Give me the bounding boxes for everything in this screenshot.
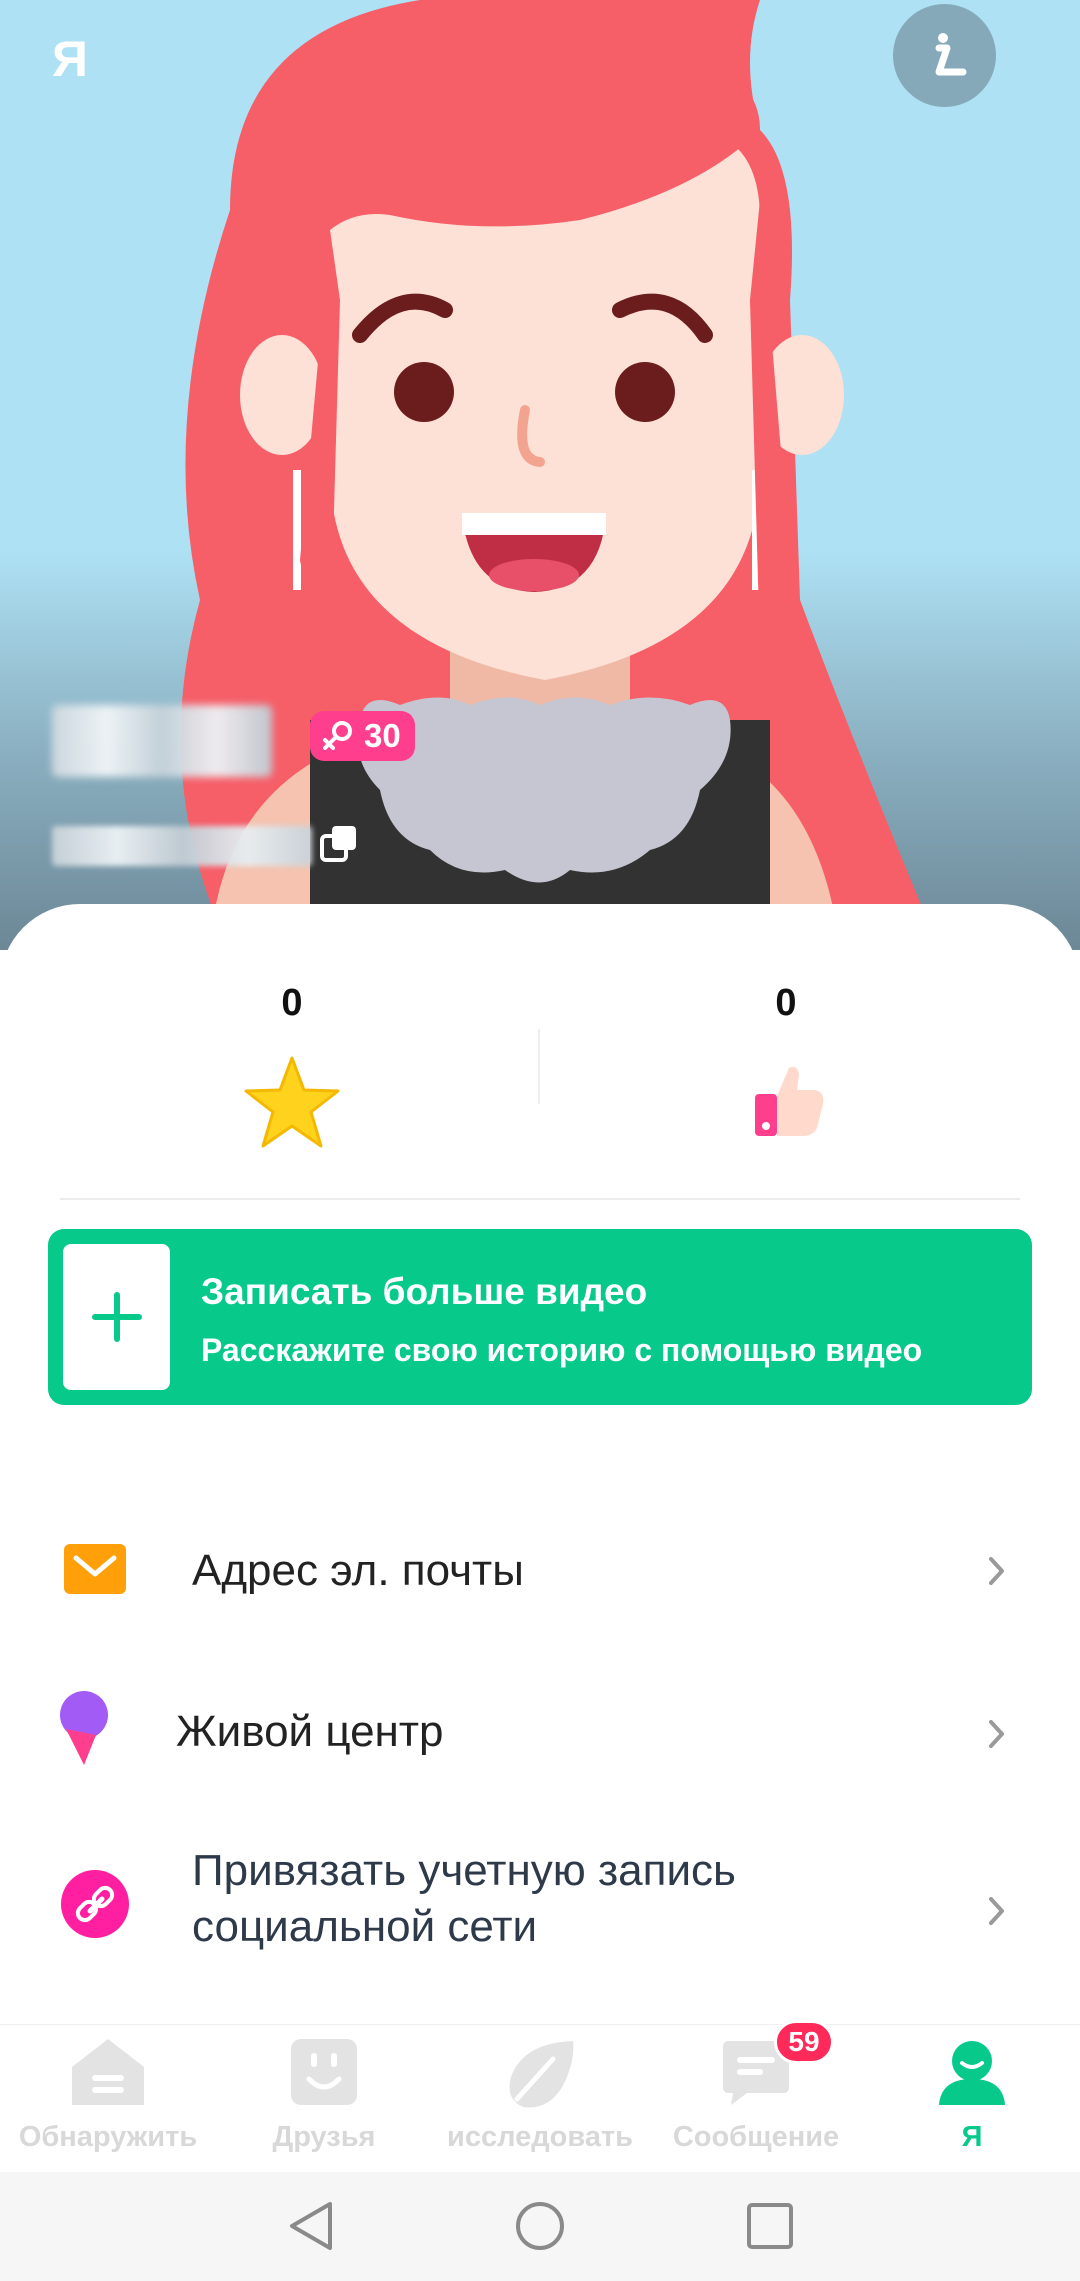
copy-icon[interactable] bbox=[318, 822, 360, 864]
menu-item-live-center[interactable]: Живой центр bbox=[0, 1659, 1080, 1799]
stats-separator bbox=[60, 1198, 1020, 1200]
star-icon bbox=[244, 1056, 340, 1148]
nav-tab-me[interactable]: Я bbox=[864, 2025, 1080, 2173]
discover-icon bbox=[72, 2039, 144, 2105]
back-icon[interactable] bbox=[286, 2200, 338, 2252]
record-video-banner[interactable]: Записать больше видео Расскажите свою ис… bbox=[48, 1229, 1032, 1405]
avatar-illustration bbox=[180, 0, 940, 950]
plus-icon bbox=[91, 1292, 142, 1342]
menu-label-link-social-line1: Привязать учетную запись bbox=[192, 1846, 736, 1895]
edit-icon bbox=[935, 32, 966, 75]
thumbs-up-icon bbox=[755, 1066, 824, 1136]
likes-count: 0 bbox=[775, 982, 797, 1024]
friends-icon bbox=[291, 2039, 357, 2105]
nav-label-friends: Друзья bbox=[272, 2121, 376, 2153]
menu-label-email: Адрес эл. почты bbox=[192, 1546, 524, 1595]
microphone-icon bbox=[60, 1691, 108, 1765]
profile-name-blurred bbox=[52, 705, 272, 777]
profile-hero: Я 30 bbox=[0, 0, 1080, 950]
unread-messages-badge: 59 bbox=[774, 2020, 834, 2064]
menu-label-live-center: Живой центр bbox=[176, 1707, 444, 1756]
add-video-button[interactable] bbox=[63, 1244, 170, 1390]
menu-item-link-social[interactable]: Привязать учетную запись социальной сети bbox=[0, 1824, 1080, 2004]
chevron-right-icon bbox=[989, 1897, 1004, 1925]
menu-item-email[interactable]: Адрес эл. почты bbox=[0, 1504, 1080, 1644]
female-icon bbox=[323, 721, 352, 750]
gender-age-badge: 30 bbox=[310, 711, 415, 761]
profile-id-blurred bbox=[52, 826, 312, 866]
mail-icon bbox=[64, 1544, 126, 1594]
nav-label-discover: Обнаружить bbox=[18, 2121, 198, 2153]
recents-icon[interactable] bbox=[744, 2200, 796, 2252]
profile-icon bbox=[939, 2041, 1005, 2105]
stats-row: 0 0 bbox=[0, 904, 1080, 1199]
stars-count: 0 bbox=[281, 982, 303, 1024]
nav-tab-explore[interactable]: исследовать bbox=[432, 2025, 648, 2173]
explore-icon bbox=[509, 2041, 574, 2108]
chevron-right-icon bbox=[989, 1720, 1004, 1748]
nav-tab-friends[interactable]: Друзья bbox=[216, 2025, 432, 2173]
system-navigation-bar bbox=[0, 2172, 1080, 2281]
link-icon bbox=[61, 1870, 129, 1938]
age-label: 30 bbox=[364, 717, 401, 754]
record-video-subtitle: Расскажите свою историю с помощью видео bbox=[201, 1332, 923, 1368]
bottom-navigation: Обнаружить Друзья исследовать Сообщение … bbox=[0, 2024, 1080, 2173]
page-title: Я bbox=[52, 31, 88, 87]
nav-label-me: Я bbox=[961, 2121, 983, 2153]
edit-profile-button[interactable] bbox=[893, 4, 996, 107]
nav-tab-discover[interactable]: Обнаружить bbox=[0, 2025, 216, 2173]
nav-label-explore: исследовать bbox=[447, 2121, 633, 2153]
profile-card: 0 0 Записать больше видео Расскажите сво… bbox=[0, 904, 1080, 2024]
home-icon[interactable] bbox=[514, 2200, 566, 2252]
menu-label-link-social-line2: социальной сети bbox=[192, 1902, 538, 1951]
chevron-right-icon bbox=[989, 1557, 1004, 1585]
record-video-title: Записать больше видео bbox=[201, 1271, 648, 1312]
nav-label-messages: Сообщение bbox=[672, 2121, 840, 2153]
